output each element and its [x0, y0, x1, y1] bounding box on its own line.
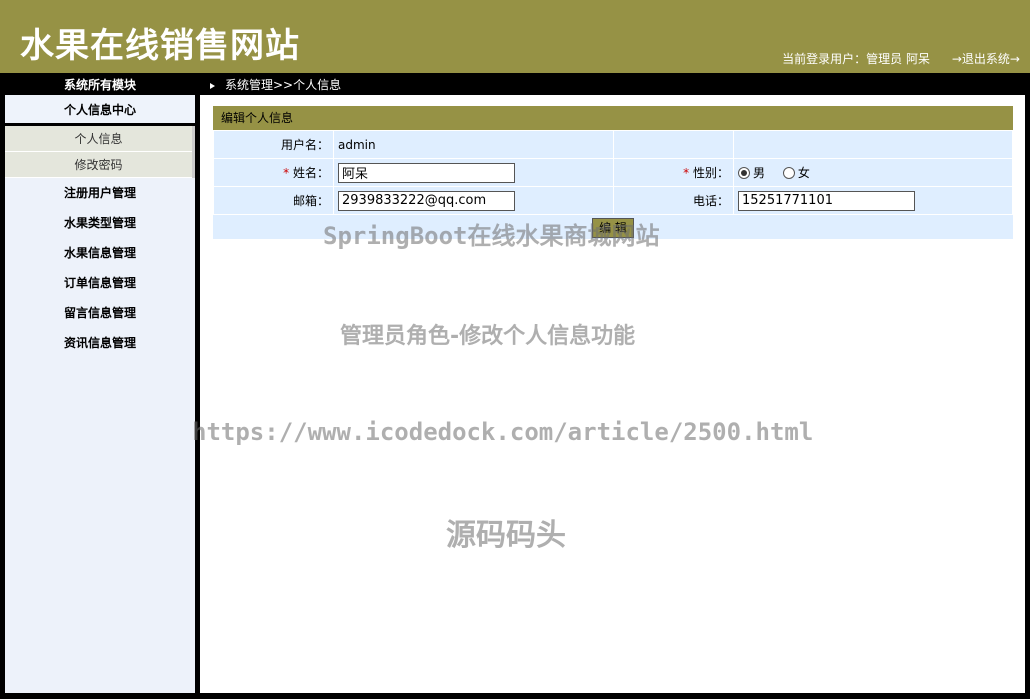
name-input[interactable] [338, 163, 515, 183]
username-label: 用户名： [214, 131, 334, 159]
site-title: 水果在线销售网站 [20, 18, 300, 67]
watermark-text: 源码码头 [446, 510, 566, 554]
gender-female-label: 女 [798, 166, 810, 180]
panel-title: 编辑个人信息 [213, 106, 1013, 130]
required-mark: * [683, 166, 689, 180]
top-bar: 系统所有模块 系统管理>>个人信息 [0, 73, 1030, 95]
gender-cell: 男 女 [734, 159, 1013, 187]
sidebar-submenu: 个人信息 修改密码 [5, 126, 195, 178]
current-user-info: 当前登录用户：管理员 阿呆 [782, 50, 930, 67]
email-label: 邮箱： [214, 187, 334, 215]
logout-link[interactable]: →退出系统→ [952, 50, 1020, 67]
gender-female-radio[interactable] [783, 167, 795, 179]
name-cell [334, 159, 614, 187]
sidebar-item-change-password[interactable]: 修改密码 [5, 152, 192, 178]
gender-label: 性别： [693, 166, 729, 180]
sidebar-section-personal-center[interactable]: 个人信息中心 [5, 95, 195, 126]
breadcrumb: 系统管理>>个人信息 [225, 76, 341, 93]
modules-label: 系统所有模块 [0, 76, 200, 93]
empty-cell [734, 131, 1013, 159]
form-row: 用户名： admin [214, 131, 1013, 159]
name-label: 姓名： [293, 166, 329, 180]
sidebar-item-order-management[interactable]: 订单信息管理 [5, 268, 195, 298]
form-row: 邮箱： 电话： [214, 187, 1013, 215]
gender-male-label: 男 [753, 166, 765, 180]
gender-male-radio[interactable] [738, 167, 750, 179]
sidebar: 个人信息中心 个人信息 修改密码 注册用户管理 水果类型管理 水果信息管理 订单… [5, 95, 195, 693]
breadcrumb-arrow-icon [210, 83, 215, 89]
sidebar-item-news-management[interactable]: 资讯信息管理 [5, 328, 195, 358]
gender-label-cell: * 性别： [614, 159, 734, 187]
email-input[interactable] [338, 191, 515, 211]
username-value: admin [334, 131, 614, 159]
required-mark: * [283, 166, 289, 180]
email-cell [334, 187, 614, 215]
watermark-text: SpringBoot在线水果商城网站 [323, 216, 660, 251]
sidebar-item-user-management[interactable]: 注册用户管理 [5, 178, 195, 208]
sidebar-item-fruit-type-management[interactable]: 水果类型管理 [5, 208, 195, 238]
watermark-text: https://www.icodedock.com/article/2500.h… [192, 418, 813, 446]
sidebar-item-message-management[interactable]: 留言信息管理 [5, 298, 195, 328]
main-content: 编辑个人信息 用户名： admin * 姓名： * 性别： 男 女 邮箱： [200, 95, 1025, 693]
profile-form: 用户名： admin * 姓名： * 性别： 男 女 邮箱： 电话： [213, 130, 1013, 215]
name-label-cell: * 姓名： [214, 159, 334, 187]
form-row: * 姓名： * 性别： 男 女 [214, 159, 1013, 187]
watermark-text: 管理员角色-修改个人信息功能 [340, 318, 635, 350]
sidebar-item-personal-info[interactable]: 个人信息 [5, 126, 192, 152]
empty-cell [614, 131, 734, 159]
phone-cell [734, 187, 1013, 215]
phone-input[interactable] [738, 191, 915, 211]
sidebar-item-fruit-info-management[interactable]: 水果信息管理 [5, 238, 195, 268]
phone-label: 电话： [614, 187, 734, 215]
site-header: 水果在线销售网站 当前登录用户：管理员 阿呆 →退出系统→ [0, 0, 1030, 73]
